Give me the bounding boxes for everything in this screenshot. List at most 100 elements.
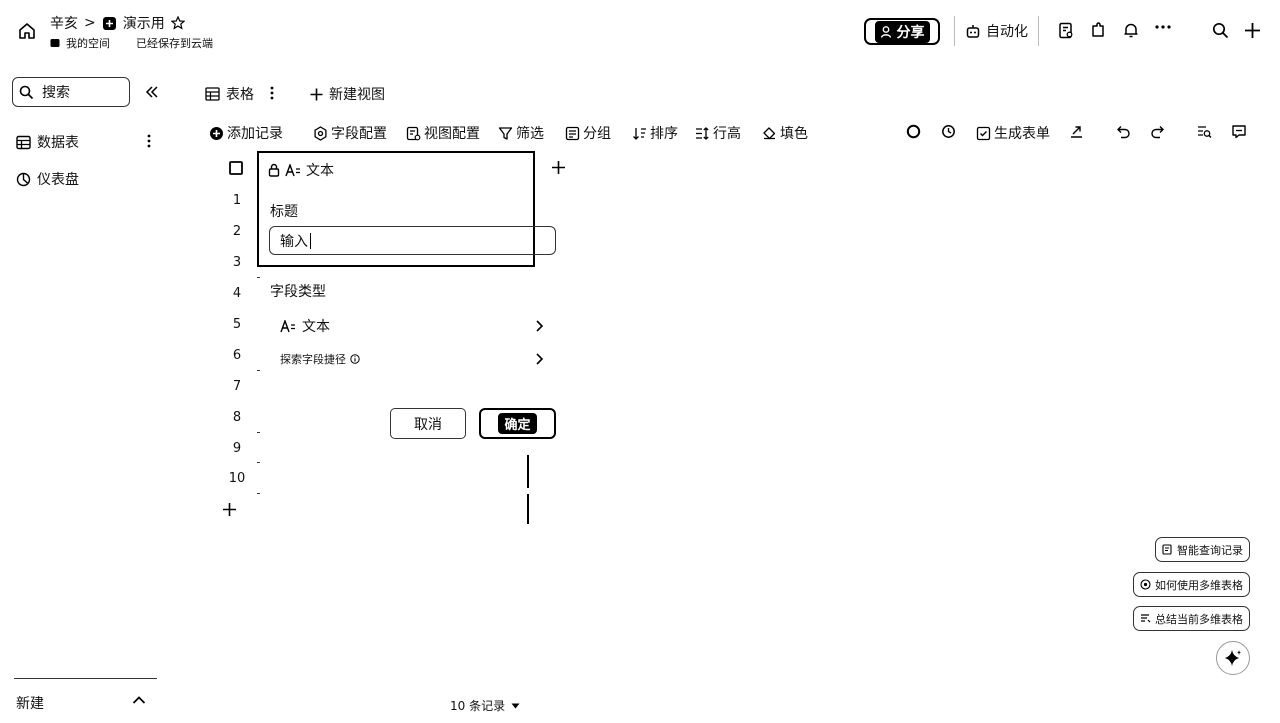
doc-icon xyxy=(102,16,117,31)
redo-icon[interactable] xyxy=(1150,124,1165,139)
filter-icon xyxy=(498,126,513,141)
field-title-input[interactable]: 输入 xyxy=(269,226,556,255)
doc-title[interactable]: 演示用 xyxy=(123,13,165,33)
star-icon[interactable] xyxy=(170,16,185,30)
new-button[interactable]: 新建 xyxy=(16,693,44,713)
sort-label: 排序 xyxy=(650,126,678,142)
add-row-icon[interactable] xyxy=(222,502,237,517)
share-button[interactable]: 分享 xyxy=(864,18,940,45)
gear-icon xyxy=(313,125,328,141)
row-number: 10 xyxy=(228,471,246,486)
user-add-icon xyxy=(880,25,894,39)
row-height-button[interactable]: 行高 xyxy=(695,123,741,143)
search-label: 搜索 xyxy=(42,85,70,101)
add-field-icon[interactable] xyxy=(551,160,566,175)
breadcrumb: 辛亥 > 演示用 xyxy=(50,13,185,33)
group-button[interactable]: 分组 xyxy=(565,123,611,143)
confirm-label: 确定 xyxy=(498,413,537,434)
home-icon[interactable] xyxy=(18,22,36,40)
automation-label: 自动化 xyxy=(986,24,1028,40)
row-divider xyxy=(257,370,260,371)
filter-label: 筛选 xyxy=(516,126,544,142)
info-icon[interactable] xyxy=(350,354,360,364)
breadcrumb-owner[interactable]: 辛亥 xyxy=(50,13,78,33)
sidebar-search[interactable]: 搜索 xyxy=(12,77,130,107)
caret-down-icon xyxy=(511,703,520,709)
generate-form-label: 生成表单 xyxy=(994,126,1050,142)
cancel-button[interactable]: 取消 xyxy=(390,408,466,439)
chip-label: 总结当前多维表格 xyxy=(1155,612,1243,626)
search-icon[interactable] xyxy=(1212,22,1229,39)
record-count[interactable]: 10 条记录 xyxy=(450,697,520,714)
chevron-right-icon: > xyxy=(84,15,96,31)
more-icon[interactable] xyxy=(1154,24,1172,30)
add-record-button[interactable]: 添加记录 xyxy=(209,123,283,143)
robot-icon xyxy=(965,23,981,39)
row-number: 1 xyxy=(232,193,242,208)
find-replace-icon[interactable] xyxy=(1197,124,1212,139)
comment-icon[interactable] xyxy=(1231,124,1247,139)
save-status: 已经保存到云端 xyxy=(136,37,213,50)
chevron-up-icon[interactable] xyxy=(132,695,146,705)
generate-form-button[interactable]: 生成表单 xyxy=(976,123,1050,143)
row-number: 9 xyxy=(232,441,242,456)
field-type-select[interactable]: 文本 xyxy=(280,316,544,336)
group-icon xyxy=(565,126,580,141)
assistant-chip[interactable]: 智能查询记录 xyxy=(1155,537,1250,562)
summary-icon xyxy=(1140,613,1151,624)
tab-grid-view[interactable]: 表格 xyxy=(205,84,254,104)
filter-button[interactable]: 筛选 xyxy=(498,123,544,143)
plus-circle-icon xyxy=(209,126,224,141)
automation-button[interactable]: 自动化 xyxy=(954,16,1039,46)
view-more-icon[interactable] xyxy=(270,86,274,100)
field-header-type: 文本 xyxy=(306,163,334,179)
row-divider xyxy=(257,277,260,278)
doc-meta: 我的空间 已经保存到云端 xyxy=(50,35,213,51)
view-config-button[interactable]: 视图配置 xyxy=(406,123,480,143)
chevron-right-icon xyxy=(535,319,544,333)
space-label[interactable]: 我的空间 xyxy=(66,35,110,51)
plus-icon xyxy=(310,88,323,101)
new-view-label: 新建视图 xyxy=(329,87,385,103)
row-divider xyxy=(257,493,260,494)
history-icon[interactable] xyxy=(941,124,956,139)
undo-icon[interactable] xyxy=(1116,124,1131,139)
text-type-icon xyxy=(285,163,301,177)
column-resize-handle[interactable] xyxy=(527,455,529,488)
tab-label: 表格 xyxy=(226,87,254,103)
bell-icon[interactable] xyxy=(1123,22,1139,39)
plus-icon[interactable] xyxy=(1244,22,1261,39)
assistant-chip[interactable]: 如何使用多维表格 xyxy=(1133,572,1250,597)
sidebar-item-dashboard[interactable]: 仪表盘 xyxy=(16,169,79,189)
fill-color-button[interactable]: 填色 xyxy=(762,123,808,143)
plugin-icon[interactable] xyxy=(1090,22,1106,39)
row-number: 3 xyxy=(232,255,242,270)
query-icon xyxy=(1162,544,1173,555)
row-height-icon xyxy=(695,126,710,141)
share-arrow-icon[interactable] xyxy=(1069,124,1084,139)
row-number: 7 xyxy=(232,379,242,394)
select-all-checkbox[interactable] xyxy=(229,161,243,175)
add-record-label: 添加记录 xyxy=(227,126,283,142)
row-number: 8 xyxy=(232,410,242,425)
table-more-icon[interactable] xyxy=(147,134,151,148)
field-title-label: 标题 xyxy=(270,204,298,220)
sidebar-footer: 新建 xyxy=(14,678,157,723)
column-resize-handle[interactable] xyxy=(527,494,529,524)
collapse-sidebar-icon[interactable] xyxy=(145,85,159,99)
field-type-value: 文本 xyxy=(302,319,330,335)
ai-assistant-button[interactable] xyxy=(1216,641,1250,675)
field-type-label: 字段类型 xyxy=(270,284,326,300)
form-doc-icon[interactable] xyxy=(1058,22,1074,39)
sidebar-item-table[interactable]: 数据表 xyxy=(16,132,79,152)
row-number: 6 xyxy=(232,348,242,363)
field-config-button[interactable]: 字段配置 xyxy=(313,123,387,143)
explore-field-shortcuts[interactable]: 探索字段捷径 xyxy=(280,351,544,367)
assistant-chip[interactable]: 总结当前多维表格 xyxy=(1133,606,1250,631)
sort-button[interactable]: 排序 xyxy=(632,123,678,143)
field-config-label: 字段配置 xyxy=(331,126,387,142)
circle-status-icon[interactable] xyxy=(906,124,921,139)
new-view-button[interactable]: 新建视图 xyxy=(310,84,385,104)
sort-icon xyxy=(632,126,647,141)
confirm-button[interactable]: 确定 xyxy=(479,408,556,439)
